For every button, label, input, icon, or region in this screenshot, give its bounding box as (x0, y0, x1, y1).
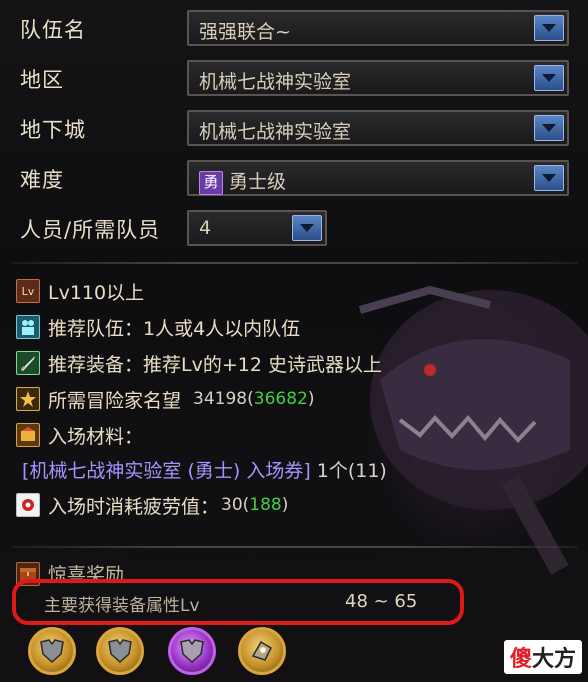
fatigue-label: 入场时消耗疲劳值： (48, 495, 220, 518)
region-value: 机械七战神实验室 (199, 71, 352, 93)
fatigue-paren-close: ) (281, 495, 289, 515)
team-name-dropdown[interactable]: 强强联合~ (187, 10, 569, 46)
fatigue-cost-value: 30 (221, 495, 243, 515)
fame-requirement: 所需冒险家名望 34198(36682) (16, 384, 314, 414)
reward-item-armor-icon[interactable] (96, 627, 144, 675)
fame-current-value: 36682 (253, 389, 308, 409)
region-dropdown[interactable]: 机械七战神实验室 (187, 60, 569, 96)
fatigue-cost: 入场时消耗疲劳值： 30(188) (16, 490, 288, 520)
team-icon (16, 315, 40, 339)
region-label: 地区 (20, 68, 64, 92)
region-row: 地区 机械七战神实验室 (0, 56, 588, 102)
difficulty-label: 难度 (20, 168, 64, 192)
fatigue-current-value: 188 (249, 495, 282, 515)
material-label: 入场材料： (48, 425, 144, 448)
team-name-value: 强强联合~ (199, 21, 291, 43)
chevron-down-icon[interactable] (534, 15, 564, 41)
dungeon-value: 机械七战神实验室 (199, 121, 352, 143)
fame-required-value: 34198 (193, 389, 248, 409)
background-monster-art (358, 285, 588, 575)
party-info-panel: 队伍名 强强联合~ 地区 机械七战神实验室 地下城 机械七战神实验室 难度 勇 … (0, 0, 588, 682)
section-divider (12, 262, 578, 264)
ticket-count: 1个(11) (316, 459, 387, 482)
level-icon: Lv (16, 279, 40, 303)
fame-icon (16, 387, 40, 411)
fame-label: 所需冒险家名望 (48, 389, 182, 412)
chevron-down-icon[interactable] (534, 115, 564, 141)
entry-material: 入场材料： (16, 420, 143, 450)
members-value: 4 (199, 217, 212, 239)
difficulty-badge-icon: 勇 (199, 171, 223, 195)
members-dropdown[interactable]: 4 (187, 210, 327, 246)
difficulty-dropdown[interactable]: 勇勇士级 (187, 160, 569, 196)
section-divider (12, 546, 578, 548)
fame-paren-close: ) (307, 389, 315, 409)
dungeon-row: 地下城 机械七战神实验室 (0, 106, 588, 152)
level-requirement: Lv Lv110以上 (16, 276, 144, 306)
reward-item-armor-icon[interactable] (28, 627, 76, 675)
chevron-down-icon[interactable] (534, 165, 564, 191)
team-name-row: 队伍名 强强联合~ (0, 6, 588, 52)
members-label: 人员/所需队员 (20, 218, 161, 242)
reward-item-epic-armor-icon[interactable] (168, 627, 216, 675)
entry-ticket: [机械七战神实验室 (勇士) 入场券] 1个(11) (22, 454, 387, 484)
difficulty-value: 勇士级 (229, 171, 287, 193)
fatigue-icon (16, 493, 40, 517)
difficulty-row: 难度 勇勇士级 (0, 156, 588, 202)
chevron-down-icon[interactable] (534, 65, 564, 91)
watermark-part1: 傻 (509, 647, 532, 672)
watermark-part2: 大方 (531, 647, 576, 672)
sword-icon (16, 351, 40, 375)
gear-recommendation-text: 推荐装备：推荐Lv的+12 史诗武器以上 (48, 353, 382, 376)
members-row: 人员/所需队员 4 (0, 206, 588, 252)
fatigue-values: 30(188) (221, 495, 288, 515)
material-icon (16, 423, 40, 447)
level-requirement-text: Lv110以上 (48, 281, 145, 304)
team-name-label: 队伍名 (20, 18, 86, 42)
team-recommendation: 推荐队伍：1人或4人以内队伍 (16, 312, 300, 342)
gear-recommendation: 推荐装备：推荐Lv的+12 史诗武器以上 (16, 348, 382, 378)
difficulty-value-wrap: 勇勇士级 (199, 167, 286, 195)
team-recommendation-text: 推荐队伍：1人或4人以内队伍 (48, 317, 301, 340)
reward-item-material-icon[interactable] (238, 627, 286, 675)
red-highlight-circle (12, 579, 464, 625)
ticket-link[interactable]: [机械七战神实验室 (勇士) 入场券] (22, 456, 311, 483)
fame-values: 34198(36682) (193, 389, 314, 409)
fame-paren-open: ( (247, 389, 254, 409)
watermark-logo: 傻大方 (503, 640, 582, 674)
chevron-down-icon[interactable] (292, 215, 322, 241)
dungeon-dropdown[interactable]: 机械七战神实验室 (187, 110, 569, 146)
dungeon-label: 地下城 (20, 118, 86, 142)
